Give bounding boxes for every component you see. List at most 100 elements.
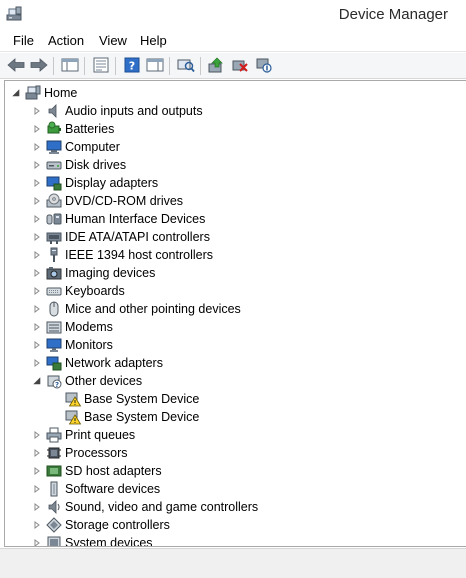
show-hide-console-tree-button[interactable] bbox=[60, 56, 80, 76]
tree-item-label: Mice and other pointing devices bbox=[65, 302, 241, 316]
collapsed-arrow-icon[interactable] bbox=[32, 192, 42, 210]
collapsed-arrow-icon[interactable] bbox=[32, 462, 42, 480]
expanded-arrow-icon[interactable] bbox=[32, 372, 42, 390]
collapsed-arrow-icon[interactable] bbox=[32, 246, 42, 264]
tree-category[interactable]: Audio inputs and outputs bbox=[32, 102, 203, 120]
tree-category[interactable]: Sound, video and game controllers bbox=[32, 498, 258, 516]
system-device-icon bbox=[46, 535, 62, 546]
tree-category[interactable]: Imaging devices bbox=[32, 264, 155, 282]
help-icon: ? bbox=[124, 57, 140, 76]
collapsed-arrow-icon[interactable] bbox=[32, 534, 42, 546]
menu-action[interactable]: Action bbox=[48, 33, 84, 48]
collapsed-arrow-icon[interactable] bbox=[32, 516, 42, 534]
tree-item-label: Human Interface Devices bbox=[65, 212, 206, 226]
disable-icon bbox=[255, 57, 273, 76]
processor-icon bbox=[46, 445, 62, 461]
disable-button[interactable] bbox=[254, 56, 274, 76]
tree-item-label: DVD/CD-ROM drives bbox=[65, 194, 184, 208]
monitor-icon bbox=[46, 337, 62, 353]
warning-device-icon bbox=[65, 409, 82, 425]
tree-category[interactable]: Disk drives bbox=[32, 156, 126, 174]
toolbar-separator bbox=[53, 57, 54, 75]
scan-hardware-button[interactable] bbox=[176, 56, 196, 76]
device-tree[interactable]: Home Audio inputs and outputs Batteries Com… bbox=[4, 80, 466, 547]
title-bar: Device Manager bbox=[0, 0, 466, 30]
collapsed-arrow-icon[interactable] bbox=[32, 210, 42, 228]
uninstall-icon bbox=[231, 57, 249, 76]
properties-button[interactable] bbox=[91, 56, 111, 76]
back-button[interactable] bbox=[6, 56, 26, 76]
collapsed-arrow-icon[interactable] bbox=[32, 102, 42, 120]
collapsed-arrow-icon[interactable] bbox=[32, 336, 42, 354]
status-bar bbox=[0, 548, 466, 578]
tree-device[interactable]: Base System Device bbox=[51, 408, 199, 426]
tree-category[interactable]: Software devices bbox=[32, 480, 160, 498]
software-device-icon bbox=[46, 481, 62, 497]
collapsed-arrow-icon[interactable] bbox=[32, 300, 42, 318]
tree-item-label: Keyboards bbox=[65, 284, 125, 298]
ieee1394-icon bbox=[46, 247, 62, 263]
show-action-pane-button[interactable] bbox=[145, 56, 165, 76]
scan-hardware-icon bbox=[177, 57, 195, 76]
uninstall-button[interactable] bbox=[230, 56, 250, 76]
tree-category[interactable]: IEEE 1394 host controllers bbox=[32, 246, 213, 264]
tree-root-home[interactable]: Home bbox=[11, 84, 77, 102]
ide-controller-icon bbox=[46, 229, 62, 245]
tree-category[interactable]: Human Interface Devices bbox=[32, 210, 205, 228]
tree-category[interactable]: Processors bbox=[32, 444, 128, 462]
tree-category[interactable]: IDE ATA/ATAPI controllers bbox=[32, 228, 210, 246]
collapsed-arrow-icon[interactable] bbox=[32, 228, 42, 246]
tree-item-label: Network adapters bbox=[65, 356, 163, 370]
tree-category[interactable]: Modems bbox=[32, 318, 113, 336]
tree-category[interactable]: Network adapters bbox=[32, 354, 163, 372]
tree-category[interactable]: Storage controllers bbox=[32, 516, 170, 534]
tree-category[interactable]: Monitors bbox=[32, 336, 113, 354]
tree-item-label: Storage controllers bbox=[65, 518, 170, 532]
sound-controller-icon bbox=[46, 499, 62, 515]
update-driver-icon bbox=[207, 57, 225, 76]
tree-category[interactable]: Mice and other pointing devices bbox=[32, 300, 241, 318]
toolbar-separator bbox=[115, 57, 116, 75]
tree-item-label: SD host adapters bbox=[65, 464, 162, 478]
tree-category[interactable]: DVD/CD-ROM drives bbox=[32, 192, 183, 210]
collapsed-arrow-icon[interactable] bbox=[32, 282, 42, 300]
update-driver-button[interactable] bbox=[206, 56, 226, 76]
display-adapter-icon bbox=[46, 175, 62, 191]
tree-item-label: IDE ATA/ATAPI controllers bbox=[65, 230, 210, 244]
menu-view[interactable]: View bbox=[99, 33, 127, 48]
tree-category[interactable]: Keyboards bbox=[32, 282, 125, 300]
collapsed-arrow-icon[interactable] bbox=[32, 120, 42, 138]
collapsed-arrow-icon[interactable] bbox=[32, 480, 42, 498]
tree-category[interactable]: Batteries bbox=[32, 120, 114, 138]
expanded-arrow-icon[interactable] bbox=[11, 84, 21, 102]
help-button[interactable]: ? bbox=[122, 56, 142, 76]
collapsed-arrow-icon[interactable] bbox=[32, 426, 42, 444]
collapsed-arrow-icon[interactable] bbox=[32, 264, 42, 282]
tree-category[interactable]: Print queues bbox=[32, 426, 135, 444]
collapsed-arrow-icon[interactable] bbox=[32, 156, 42, 174]
collapsed-arrow-icon[interactable] bbox=[32, 174, 42, 192]
hid-icon bbox=[46, 211, 62, 227]
tree-category[interactable]: SD host adapters bbox=[32, 462, 162, 480]
action-pane-icon bbox=[146, 57, 164, 76]
forward-button[interactable] bbox=[29, 56, 49, 76]
tree-item-label: Other devices bbox=[65, 374, 143, 388]
modem-icon bbox=[46, 319, 62, 335]
collapsed-arrow-icon[interactable] bbox=[32, 354, 42, 372]
collapsed-arrow-icon[interactable] bbox=[32, 444, 42, 462]
tree-category[interactable]: System devices bbox=[32, 534, 153, 546]
properties-icon bbox=[92, 57, 110, 76]
menu-file[interactable]: File bbox=[13, 33, 34, 48]
tree-category[interactable]: Computer bbox=[32, 138, 120, 156]
collapsed-arrow-icon[interactable] bbox=[32, 498, 42, 516]
mouse-icon bbox=[46, 301, 62, 317]
tree-device[interactable]: Base System Device bbox=[51, 390, 199, 408]
tree-item-label: IEEE 1394 host controllers bbox=[65, 248, 213, 262]
collapsed-arrow-icon[interactable] bbox=[32, 138, 42, 156]
collapsed-arrow-icon[interactable] bbox=[32, 318, 42, 336]
tree-item-label: Modems bbox=[65, 320, 113, 334]
menu-help[interactable]: Help bbox=[140, 33, 167, 48]
tree-category[interactable]: Display adapters bbox=[32, 174, 158, 192]
tree-category[interactable]: ? Other devices bbox=[32, 372, 142, 390]
window-title: Device Manager bbox=[338, 6, 448, 23]
